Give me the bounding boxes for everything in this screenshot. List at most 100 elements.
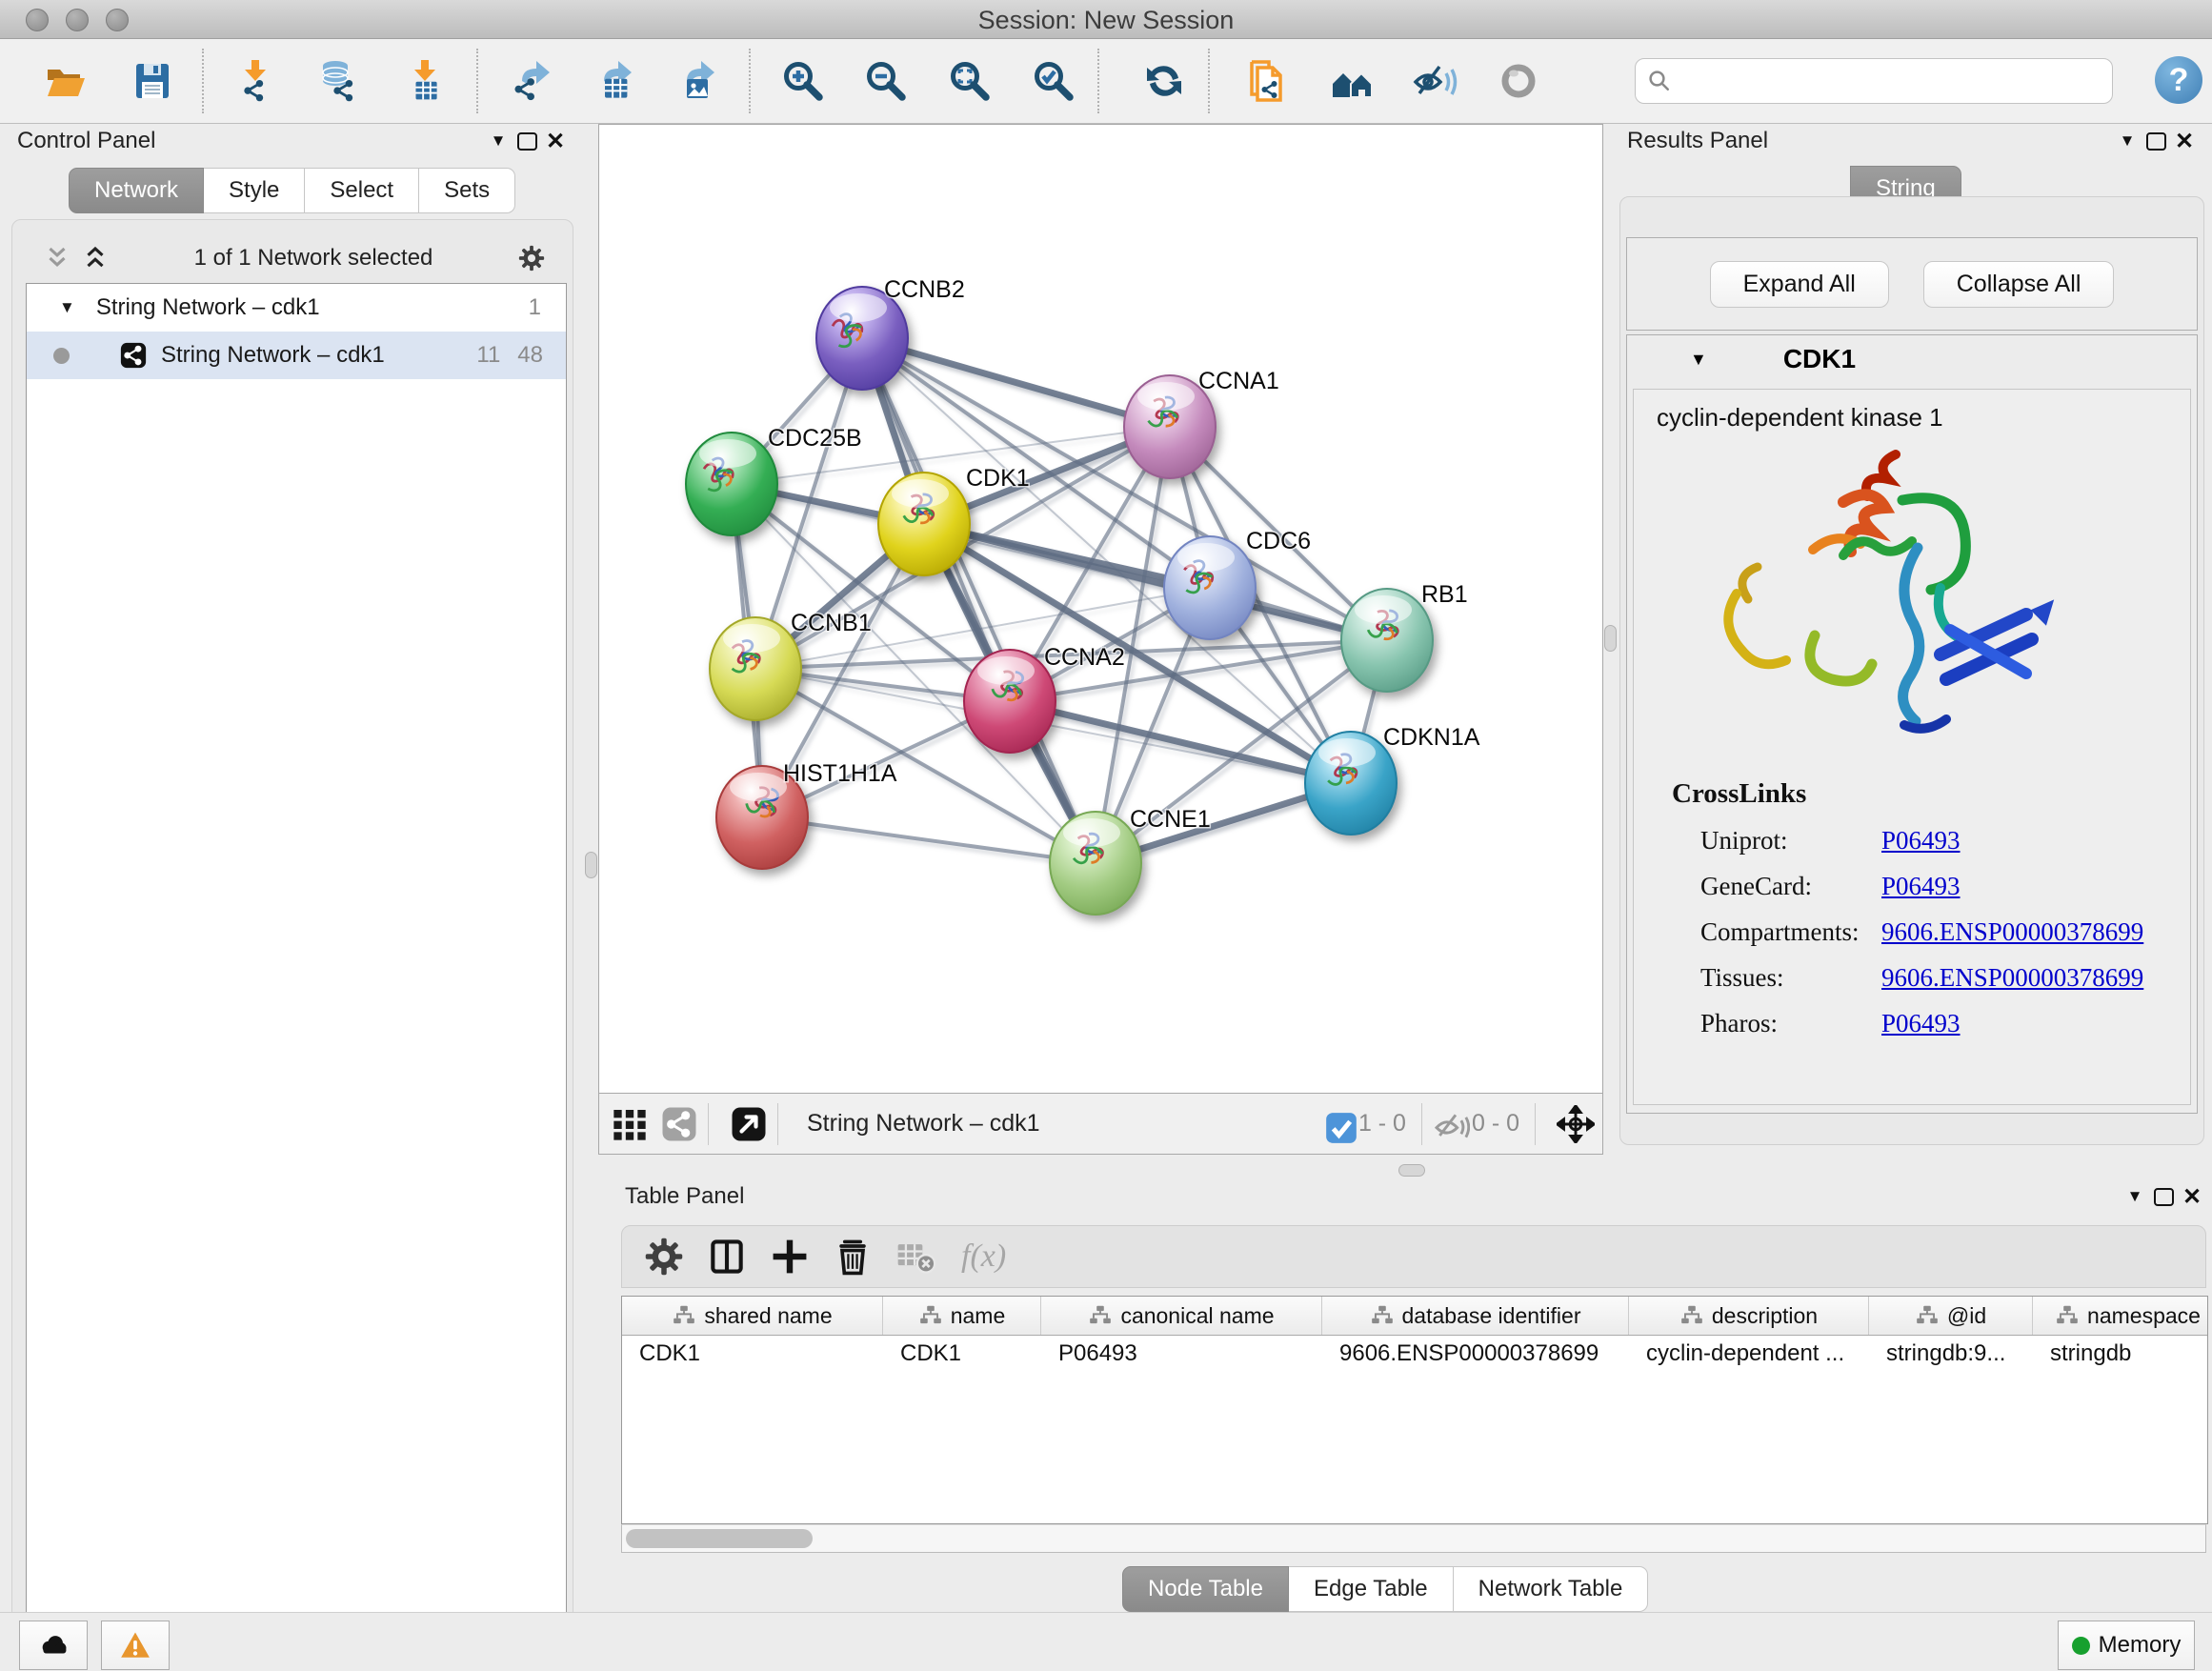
table-header-row: shared namenamecanonical namedatabase id… [622, 1297, 2207, 1336]
collection-expand-icon[interactable]: ▼ [59, 298, 75, 317]
table-delete-row-icon[interactable] [832, 1236, 874, 1278]
import-network-button[interactable] [232, 58, 278, 104]
crosslink-link[interactable]: 9606.ENSP00000378699 [1881, 917, 2143, 947]
search-input[interactable] [1635, 58, 2113, 104]
network-share-icon[interactable] [660, 1105, 698, 1143]
node-label-RB1: RB1 [1421, 581, 1468, 608]
node-CDK1[interactable] [878, 473, 970, 575]
left-splitter-handle[interactable] [585, 852, 597, 878]
hide-glasses-button[interactable] [1412, 58, 1458, 104]
expand-all-networks-icon[interactable] [81, 244, 110, 272]
zoom-fit-button[interactable] [947, 58, 993, 104]
cloud-button[interactable] [19, 1621, 88, 1670]
node-CDC6[interactable] [1164, 536, 1256, 639]
collapse-all-networks-icon[interactable] [43, 244, 71, 272]
open-session-button[interactable] [42, 58, 88, 104]
fit-selected-crosshair-icon[interactable] [1557, 1105, 1595, 1143]
tab-node-table[interactable]: Node Table [1122, 1566, 1289, 1612]
function-builder-icon[interactable]: f(x) [961, 1238, 1006, 1275]
section-collapse-icon[interactable]: ▼ [1690, 350, 1707, 370]
warnings-button[interactable] [101, 1621, 170, 1670]
network-options-gear-icon[interactable] [517, 244, 546, 272]
table-destroy-icon[interactable] [895, 1236, 936, 1278]
show-eye-button[interactable] [1496, 58, 1541, 104]
export-image-button[interactable] [672, 58, 717, 104]
collapse-all-button[interactable]: Collapse All [1923, 261, 2115, 308]
network-row-selected[interactable]: String Network – cdk1 11 48 [27, 332, 566, 379]
save-session-button[interactable] [130, 58, 175, 104]
results-panel-float-icon[interactable] [2142, 129, 2170, 153]
table-gear-icon[interactable] [643, 1236, 685, 1278]
table-horizontal-scrollbar[interactable] [621, 1524, 2206, 1553]
tab-edge-table[interactable]: Edge Table [1289, 1566, 1454, 1612]
control-panel-collapse-icon[interactable]: ▼ [484, 129, 513, 153]
crosslink-link[interactable]: P06493 [1881, 826, 1961, 856]
table-panel-collapse-icon[interactable]: ▼ [2121, 1184, 2149, 1209]
network-collection-row[interactable]: ▼ String Network – cdk1 1 [27, 284, 566, 332]
crosslink-link[interactable]: P06493 [1881, 1009, 1961, 1038]
toolbar-separator [476, 49, 478, 113]
memory-button[interactable]: Memory [2058, 1621, 2195, 1670]
network-graph[interactable]: CCNB2CCNA1CDC25BCDK1CDC6RB1CCNB1CCNA2CDK… [598, 124, 1603, 1094]
zoom-selected-button[interactable] [1031, 58, 1076, 104]
table-type-tabs: Node TableEdge TableNetwork Table [1122, 1566, 1648, 1612]
home-pages-button[interactable] [1330, 58, 1376, 104]
column-header-name[interactable]: name [883, 1297, 1041, 1335]
refresh-button[interactable] [1141, 58, 1187, 104]
tab-network-table[interactable]: Network Table [1454, 1566, 1649, 1612]
status-bar: Memory [0, 1612, 2212, 1671]
crosslink-link[interactable]: P06493 [1881, 872, 1961, 901]
tab-sets[interactable]: Sets [419, 168, 515, 213]
search-field[interactable] [1681, 67, 2112, 95]
table-cell: stringdb [2033, 1340, 2208, 1367]
export-network-button[interactable] [507, 58, 553, 104]
scrollbar-thumb[interactable] [626, 1529, 813, 1548]
birds-eye-grid-icon[interactable] [611, 1105, 649, 1143]
selected-checkbox-icon[interactable] [1322, 1109, 1353, 1139]
crosslink-label: Uniprot: [1700, 826, 1881, 856]
column-header-description[interactable]: description [1629, 1297, 1869, 1335]
import-table-button[interactable] [402, 58, 448, 104]
tab-network[interactable]: Network [69, 168, 204, 213]
column-header-canonical-name[interactable]: canonical name [1041, 1297, 1322, 1335]
open-in-new-window-icon[interactable] [730, 1105, 768, 1143]
right-splitter-handle[interactable] [1604, 625, 1617, 652]
node-CCNB1[interactable] [710, 617, 801, 720]
share-document-button[interactable] [1244, 58, 1290, 104]
protein-structure-image [1700, 433, 2110, 767]
crosslink-link[interactable]: 9606.ENSP00000378699 [1881, 963, 2143, 993]
results-panel-collapse-icon[interactable]: ▼ [2113, 129, 2142, 153]
column-header-shared-name[interactable]: shared name [622, 1297, 883, 1335]
export-table-button[interactable] [589, 58, 634, 104]
zoom-out-button[interactable] [863, 58, 909, 104]
column-header-at-id[interactable]: @id [1869, 1297, 2033, 1335]
table-panel-float-icon[interactable] [2149, 1184, 2178, 1209]
crosslink-label: Pharos: [1700, 1009, 1881, 1038]
table-row[interactable]: CDK1CDK1P064939606.ENSP00000378699cyclin… [622, 1336, 2207, 1372]
help-button[interactable]: ? [2155, 56, 2202, 104]
node-RB1[interactable] [1341, 589, 1433, 692]
node-label-CCNB2: CCNB2 [884, 276, 965, 303]
column-header-namespace[interactable]: namespace [2033, 1297, 2208, 1335]
bottom-splitter-handle[interactable] [1398, 1164, 1425, 1177]
node-table[interactable]: shared namenamecanonical namedatabase id… [621, 1296, 2208, 1524]
table-cell: 9606.ENSP00000378699 [1322, 1340, 1629, 1367]
tab-style[interactable]: Style [204, 168, 305, 213]
tab-select[interactable]: Select [305, 168, 419, 213]
control-panel-float-icon[interactable] [513, 129, 541, 153]
table-panel-close-icon[interactable]: ✕ [2178, 1184, 2206, 1209]
column-header-database-identifier[interactable]: database identifier [1322, 1297, 1629, 1335]
toolbar-separator [749, 49, 751, 113]
table-add-icon[interactable] [769, 1236, 811, 1278]
control-panel-close-icon[interactable]: ✕ [541, 129, 570, 153]
table-columns-icon[interactable] [706, 1236, 748, 1278]
node-CCNA2[interactable] [964, 650, 1056, 753]
import-network-from-database-button[interactable] [316, 58, 362, 104]
zoom-in-button[interactable] [780, 58, 826, 104]
cloud-icon [37, 1629, 70, 1661]
current-network-dot-icon [53, 348, 70, 364]
expand-all-button[interactable]: Expand All [1710, 261, 1889, 308]
node-CDC25B[interactable] [686, 433, 777, 535]
results-panel-close-icon[interactable]: ✕ [2170, 129, 2199, 153]
node-CCNE1[interactable] [1050, 812, 1141, 915]
